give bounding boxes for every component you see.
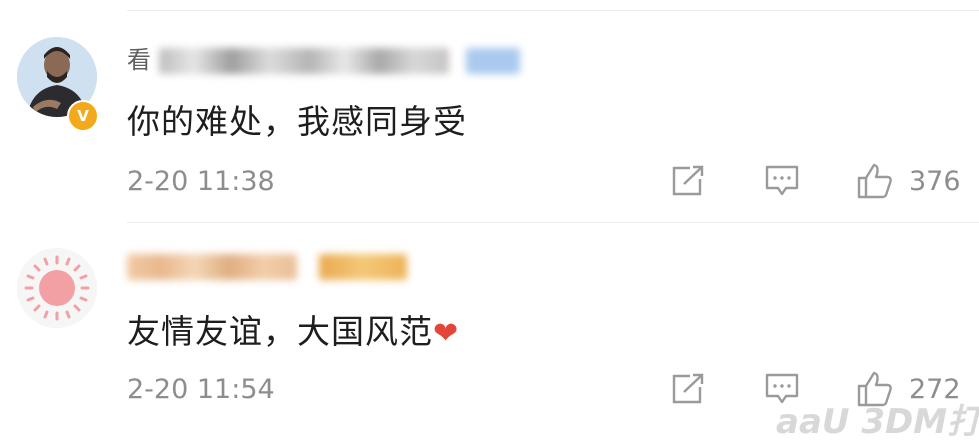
user-avatar[interactable] [17, 248, 97, 328]
comment-username[interactable]: 看 [127, 40, 521, 75]
thumb-up-icon[interactable] [856, 162, 894, 200]
share-icon[interactable] [670, 372, 706, 406]
username-visible-char: 看 [127, 46, 151, 74]
sun-avatar-icon [17, 248, 97, 328]
watermark: aaU 3DM打印 [776, 402, 979, 442]
comment-text: 友情友谊，大国风范❤ [127, 305, 459, 353]
top-divider [127, 10, 979, 11]
verified-badge-icon: V [67, 100, 99, 132]
user-level-badge-icon [318, 254, 407, 280]
like-count: 376 [909, 166, 961, 197]
comment-text: 你的难处，我感同身受 [127, 102, 467, 141]
user-level-badge-icon [466, 48, 521, 74]
comment-divider [127, 222, 979, 223]
username-blurred [158, 48, 449, 74]
reply-icon[interactable] [764, 164, 800, 198]
username-blurred [127, 254, 297, 280]
comment-text-content: 友情友谊，大国风范 [127, 312, 433, 351]
comment-username[interactable] [127, 252, 407, 280]
comment-time: 2-20 11:38 [127, 166, 275, 197]
share-icon[interactable] [670, 164, 706, 198]
heart-emoji-icon: ❤ [433, 316, 460, 351]
comment-time: 2-20 11:54 [127, 374, 275, 405]
